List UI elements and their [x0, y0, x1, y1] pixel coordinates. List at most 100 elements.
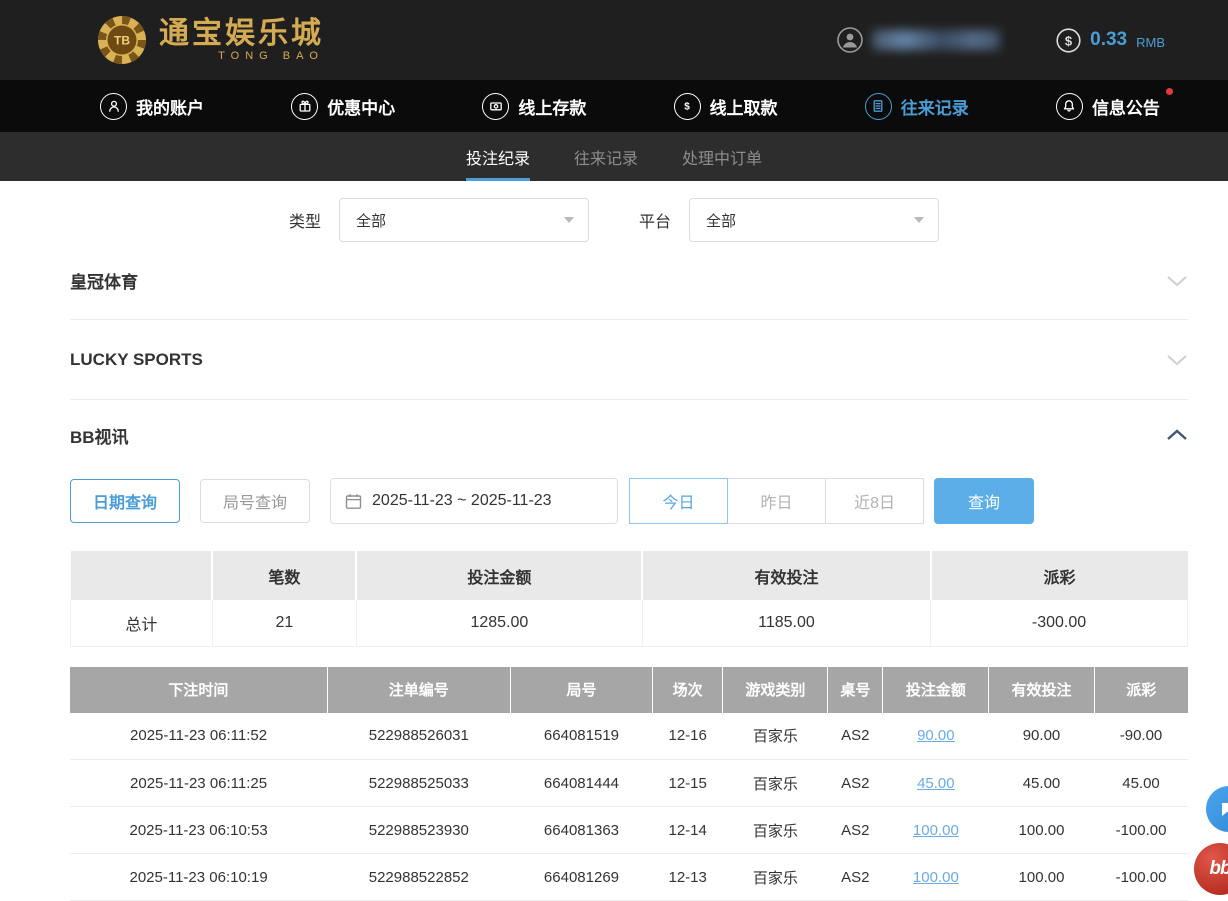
- tab-transaction-records[interactable]: 往来记录: [574, 132, 638, 181]
- cell-table: AS2: [828, 854, 883, 901]
- search-button[interactable]: 查询: [934, 478, 1034, 524]
- gift-icon: [291, 93, 318, 120]
- nav-label: 我的账户: [136, 94, 204, 119]
- cell-round: 664081269: [510, 854, 652, 901]
- chip-label: TB: [114, 34, 130, 48]
- last-8-days-button[interactable]: 近8日: [825, 478, 924, 524]
- cell-payout: -90.00: [1094, 713, 1188, 760]
- cell-round: 664081363: [510, 807, 652, 854]
- summary-header-bet-amount: 投注金额: [356, 551, 642, 600]
- bell-icon: [1056, 93, 1083, 120]
- brand-name-cn: 通宝娱乐城: [159, 18, 324, 50]
- table-row: 2025-11-23 06:10:19 522988522852 6640812…: [70, 854, 1188, 901]
- type-filter-select[interactable]: 全部: [339, 198, 589, 242]
- header-session: 场次: [652, 667, 722, 713]
- chevron-down-icon: [1166, 354, 1188, 366]
- summary-header-row: 笔数 投注金额 有效投注 派彩: [71, 551, 1188, 600]
- chevron-down-icon: [1166, 275, 1188, 287]
- main-content: 皇冠体育 LUCKY SPORTS BB视讯 日期查询 局号查询 2025-11…: [0, 242, 1228, 901]
- query-controls: 日期查询 局号查询 2025-11-23 ~ 2025-11-23 今日 昨日 …: [70, 478, 1188, 524]
- cell-bet-time: 2025-11-23 06:11:25: [70, 760, 327, 807]
- cell-session: 12-14: [652, 807, 722, 854]
- cell-bet-id: 522988525033: [327, 760, 510, 807]
- cell-bet-id: 522988523930: [327, 807, 510, 854]
- subtab-bar: 投注纪录 往来记录 处理中订单: [0, 132, 1228, 181]
- svg-text:$: $: [1065, 33, 1073, 48]
- nav-label: 往来记录: [901, 94, 969, 119]
- date-range-input[interactable]: 2025-11-23 ~ 2025-11-23: [330, 478, 618, 524]
- cell-session: 12-15: [652, 760, 722, 807]
- dollar-coin-icon: $: [1056, 28, 1081, 53]
- balance-amount: 0.33: [1090, 29, 1127, 51]
- tab-label: 处理中订单: [682, 145, 762, 169]
- user-account-area[interactable]: [837, 27, 1000, 53]
- cell-bet-time: 2025-11-23 06:11:52: [70, 713, 327, 760]
- top-header: TB 通宝娱乐城 TONG BAO $ 0.33 RMB: [0, 0, 1228, 80]
- accordion-lucky-sports[interactable]: LUCKY SPORTS: [70, 320, 1188, 400]
- header-payout: 派彩: [1094, 667, 1188, 713]
- platform-filter-select[interactable]: 全部: [689, 198, 939, 242]
- round-query-button[interactable]: 局号查询: [200, 479, 310, 523]
- chevron-down-icon: [564, 217, 574, 223]
- date-query-button[interactable]: 日期查询: [70, 479, 180, 523]
- summary-header-empty: [71, 551, 213, 600]
- detail-header-row: 下注时间 注单编号 局号 场次 游戏类别 桌号 投注金额 有效投注 派彩: [70, 667, 1188, 713]
- today-button[interactable]: 今日: [629, 478, 728, 524]
- nav-promotions[interactable]: 优惠中心: [291, 93, 395, 120]
- nav-label: 信息公告: [1092, 94, 1160, 119]
- header-bet-amount: 投注金额: [883, 667, 989, 713]
- calendar-icon: [345, 493, 362, 510]
- cell-game: 百家乐: [723, 713, 828, 760]
- svg-text:$: $: [684, 102, 690, 113]
- accordion-bb-video[interactable]: BB视讯: [70, 400, 1188, 470]
- tab-betting-records[interactable]: 投注纪录: [466, 132, 530, 181]
- cell-valid-bet: 100.00: [989, 807, 1094, 854]
- nav-online-withdraw[interactable]: $ 线上取款: [674, 93, 778, 120]
- yesterday-button[interactable]: 昨日: [727, 478, 826, 524]
- poker-chip-icon: TB: [95, 13, 149, 67]
- bb-logo-text: bb: [1209, 858, 1228, 880]
- header-bet-time: 下注时间: [70, 667, 327, 713]
- summary-header-count: 笔数: [212, 551, 356, 600]
- table-row: 2025-11-23 06:11:25 522988525033 6640814…: [70, 760, 1188, 807]
- deposit-banknote-icon: [482, 93, 509, 120]
- cell-valid-bet: 45.00: [989, 760, 1094, 807]
- summary-count-value: 21: [212, 600, 356, 646]
- cell-round: 664081444: [510, 760, 652, 807]
- cell-game: 百家乐: [723, 760, 828, 807]
- chevron-down-icon: [914, 217, 924, 223]
- table-row: 2025-11-23 06:11:52 522988526031 6640815…: [70, 713, 1188, 760]
- platform-filter-value: 全部: [706, 210, 736, 231]
- brand-logo[interactable]: TB 通宝娱乐城 TONG BAO: [95, 13, 324, 67]
- nav-transaction-records[interactable]: 往来记录: [865, 93, 969, 120]
- cell-round: 664081519: [510, 713, 652, 760]
- header-table-number: 桌号: [828, 667, 883, 713]
- balance-area[interactable]: $ 0.33 RMB: [1056, 28, 1165, 53]
- header-valid-bet: 有效投注: [989, 667, 1094, 713]
- accordion-crown-sports[interactable]: 皇冠体育: [70, 242, 1188, 320]
- cell-payout: -100.00: [1094, 854, 1188, 901]
- summary-total-row: 总计 21 1285.00 1185.00 -300.00: [71, 600, 1188, 646]
- tab-processing-orders[interactable]: 处理中订单: [682, 132, 762, 181]
- summary-table: 笔数 投注金额 有效投注 派彩 总计 21 1285.00 1185.00 -3…: [70, 551, 1188, 647]
- table-row: 2025-11-23 06:10:53 522988523930 6640813…: [70, 807, 1188, 854]
- nav-my-account[interactable]: 我的账户: [100, 93, 204, 120]
- tab-label: 投注纪录: [466, 145, 530, 169]
- chevron-up-icon: [1166, 429, 1188, 441]
- bet-amount-link[interactable]: 100.00: [913, 869, 959, 886]
- records-document-icon: [865, 93, 892, 120]
- cell-game: 百家乐: [723, 807, 828, 854]
- header-game-type: 游戏类别: [723, 667, 828, 713]
- filter-row: 类型 全部 平台 全部: [0, 198, 1228, 242]
- cell-payout: -100.00: [1094, 807, 1188, 854]
- nav-online-deposit[interactable]: 线上存款: [482, 93, 586, 120]
- bet-amount-link[interactable]: 45.00: [917, 775, 955, 792]
- bet-amount-link[interactable]: 100.00: [913, 822, 959, 839]
- account-person-icon: [100, 93, 127, 120]
- bet-amount-link[interactable]: 90.00: [917, 727, 955, 744]
- cell-bet-id: 522988526031: [327, 713, 510, 760]
- nav-announcements[interactable]: 信息公告: [1056, 93, 1160, 120]
- type-filter-value: 全部: [356, 210, 386, 231]
- cell-valid-bet: 100.00: [989, 854, 1094, 901]
- main-nav: 我的账户 优惠中心 线上存款 $ 线上取款 往来记录 信息公告: [0, 80, 1228, 132]
